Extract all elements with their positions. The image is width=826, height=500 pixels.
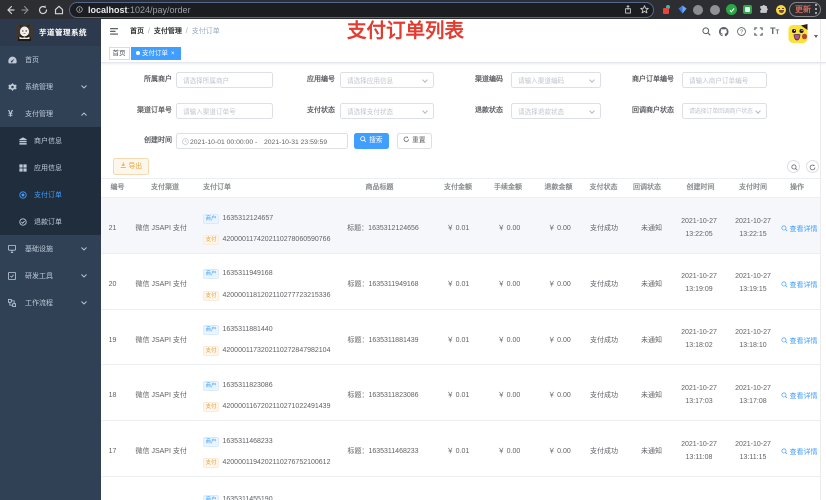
svg-text:?: ? [740,29,744,35]
